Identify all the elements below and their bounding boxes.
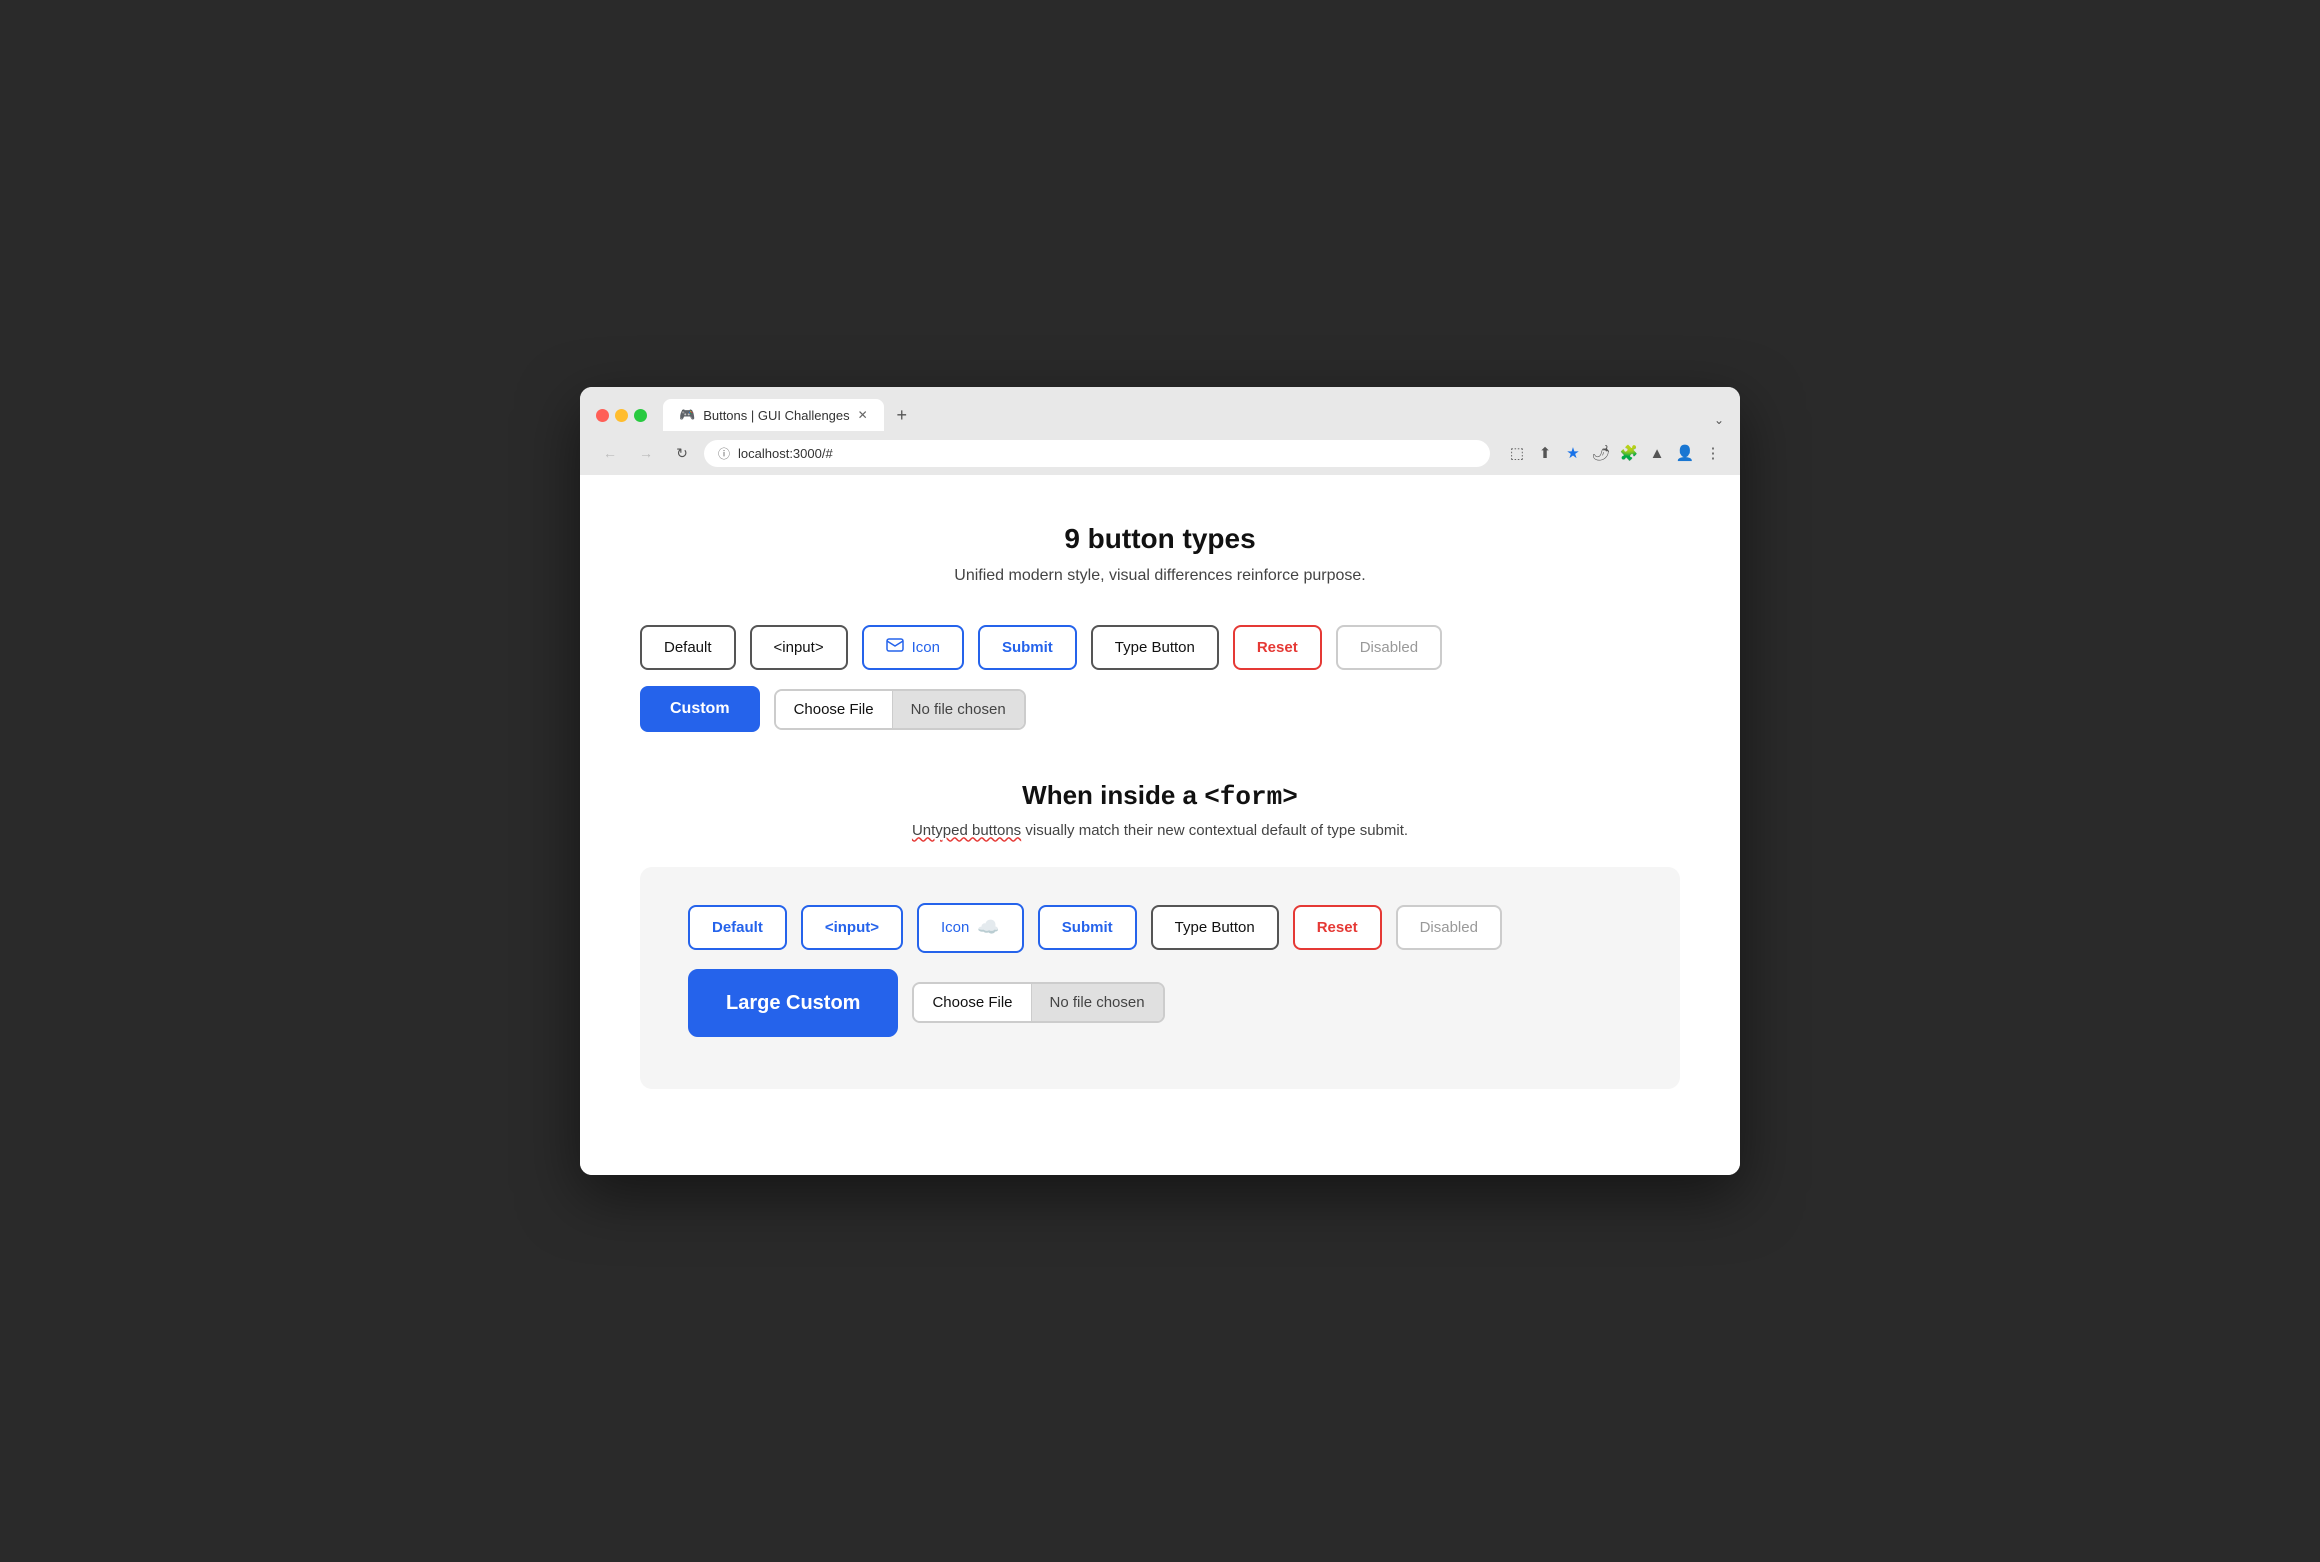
- form-reset-button[interactable]: Reset: [1293, 905, 1382, 950]
- tab-bar: 🎮 Buttons | GUI Challenges ✕ + ⌄: [663, 399, 1724, 431]
- refresh-button[interactable]: ↻: [668, 439, 696, 467]
- cloud-icon: ☁️: [977, 915, 999, 940]
- form-file-no-chosen-text: No file chosen: [1032, 984, 1163, 1021]
- form-type-button[interactable]: Type Button: [1151, 905, 1279, 950]
- profile-icon[interactable]: 👤: [1674, 442, 1696, 464]
- browser-window: 🎮 Buttons | GUI Challenges ✕ + ⌄ ← → ↻ ⓘ…: [580, 387, 1740, 1175]
- title-bar: 🎮 Buttons | GUI Challenges ✕ + ⌄: [580, 387, 1740, 431]
- active-tab[interactable]: 🎮 Buttons | GUI Challenges ✕: [663, 399, 884, 431]
- button-row-1: Default <input> Icon Submit Type Button …: [640, 625, 1680, 670]
- extensions-icon[interactable]: 🧩: [1618, 442, 1640, 464]
- toolbar: ← → ↻ ⓘ localhost:3000/# ⬚ ⬆ ★ 🌶 🧩 ▲ 👤 ⋮: [580, 431, 1740, 475]
- form-input-button[interactable]: <input>: [801, 905, 903, 950]
- extension3-icon[interactable]: ▲: [1646, 442, 1668, 464]
- form-default-button[interactable]: Default: [688, 905, 787, 950]
- form-section-title: When inside a <form>: [640, 780, 1680, 812]
- window-menu-button[interactable]: ⌄: [1714, 413, 1724, 427]
- form-section-subtitle: Untyped buttons visually match their new…: [640, 822, 1680, 839]
- form-button-row-2: Large Custom Choose File No file chosen: [688, 969, 1632, 1037]
- more-menu-button[interactable]: ⋮: [1702, 442, 1724, 464]
- disabled-button: Disabled: [1336, 625, 1442, 670]
- form-choose-file-button[interactable]: Choose File: [914, 984, 1031, 1021]
- form-section-box: Default <input> Icon ☁️ Submit Type Butt…: [640, 867, 1680, 1088]
- file-no-chosen-text: No file chosen: [893, 691, 1024, 728]
- file-input-wrapper: Choose File No file chosen: [774, 689, 1026, 730]
- traffic-lights: [596, 409, 647, 422]
- type-button-button[interactable]: Type Button: [1091, 625, 1219, 670]
- external-link-icon[interactable]: ⬚: [1506, 442, 1528, 464]
- maximize-window-button[interactable]: [634, 409, 647, 422]
- extension1-icon[interactable]: 🌶: [1590, 442, 1612, 464]
- icon-button[interactable]: Icon: [862, 625, 964, 670]
- form-submit-button[interactable]: Submit: [1038, 905, 1137, 950]
- toolbar-actions: ⬚ ⬆ ★ 🌶 🧩 ▲ 👤 ⋮: [1506, 442, 1724, 464]
- submit-button[interactable]: Submit: [978, 625, 1077, 670]
- page-content: 9 button types Unified modern style, vis…: [580, 475, 1740, 1175]
- security-icon: ⓘ: [718, 445, 730, 462]
- close-window-button[interactable]: [596, 409, 609, 422]
- tab-title: Buttons | GUI Challenges: [703, 408, 849, 423]
- form-file-input-wrapper: Choose File No file chosen: [912, 982, 1164, 1023]
- custom-button[interactable]: Custom: [640, 686, 760, 732]
- button-row-2: Custom Choose File No file chosen: [640, 686, 1680, 732]
- reset-button[interactable]: Reset: [1233, 625, 1322, 670]
- tab-close-button[interactable]: ✕: [858, 408, 868, 422]
- default-button[interactable]: Default: [640, 625, 736, 670]
- address-text: localhost:3000/#: [738, 446, 833, 461]
- form-disabled-button: Disabled: [1396, 905, 1502, 950]
- minimize-window-button[interactable]: [615, 409, 628, 422]
- share-icon[interactable]: ⬆: [1534, 442, 1556, 464]
- new-tab-button[interactable]: +: [888, 401, 916, 429]
- large-custom-button[interactable]: Large Custom: [688, 969, 898, 1037]
- page-subtitle: Unified modern style, visual differences…: [640, 567, 1680, 585]
- form-icon-button[interactable]: Icon ☁️: [917, 903, 1024, 952]
- choose-file-button[interactable]: Choose File: [776, 691, 893, 728]
- tab-favicon-icon: 🎮: [679, 407, 695, 423]
- bookmark-icon[interactable]: ★: [1562, 442, 1584, 464]
- mail-icon: [886, 637, 904, 658]
- forward-button[interactable]: →: [632, 439, 660, 467]
- back-button[interactable]: ←: [596, 439, 624, 467]
- address-bar[interactable]: ⓘ localhost:3000/#: [704, 440, 1490, 467]
- input-button[interactable]: <input>: [750, 625, 848, 670]
- page-title: 9 button types: [640, 523, 1680, 555]
- browser-chrome: 🎮 Buttons | GUI Challenges ✕ + ⌄ ← → ↻ ⓘ…: [580, 387, 1740, 475]
- form-button-row-1: Default <input> Icon ☁️ Submit Type Butt…: [688, 903, 1632, 952]
